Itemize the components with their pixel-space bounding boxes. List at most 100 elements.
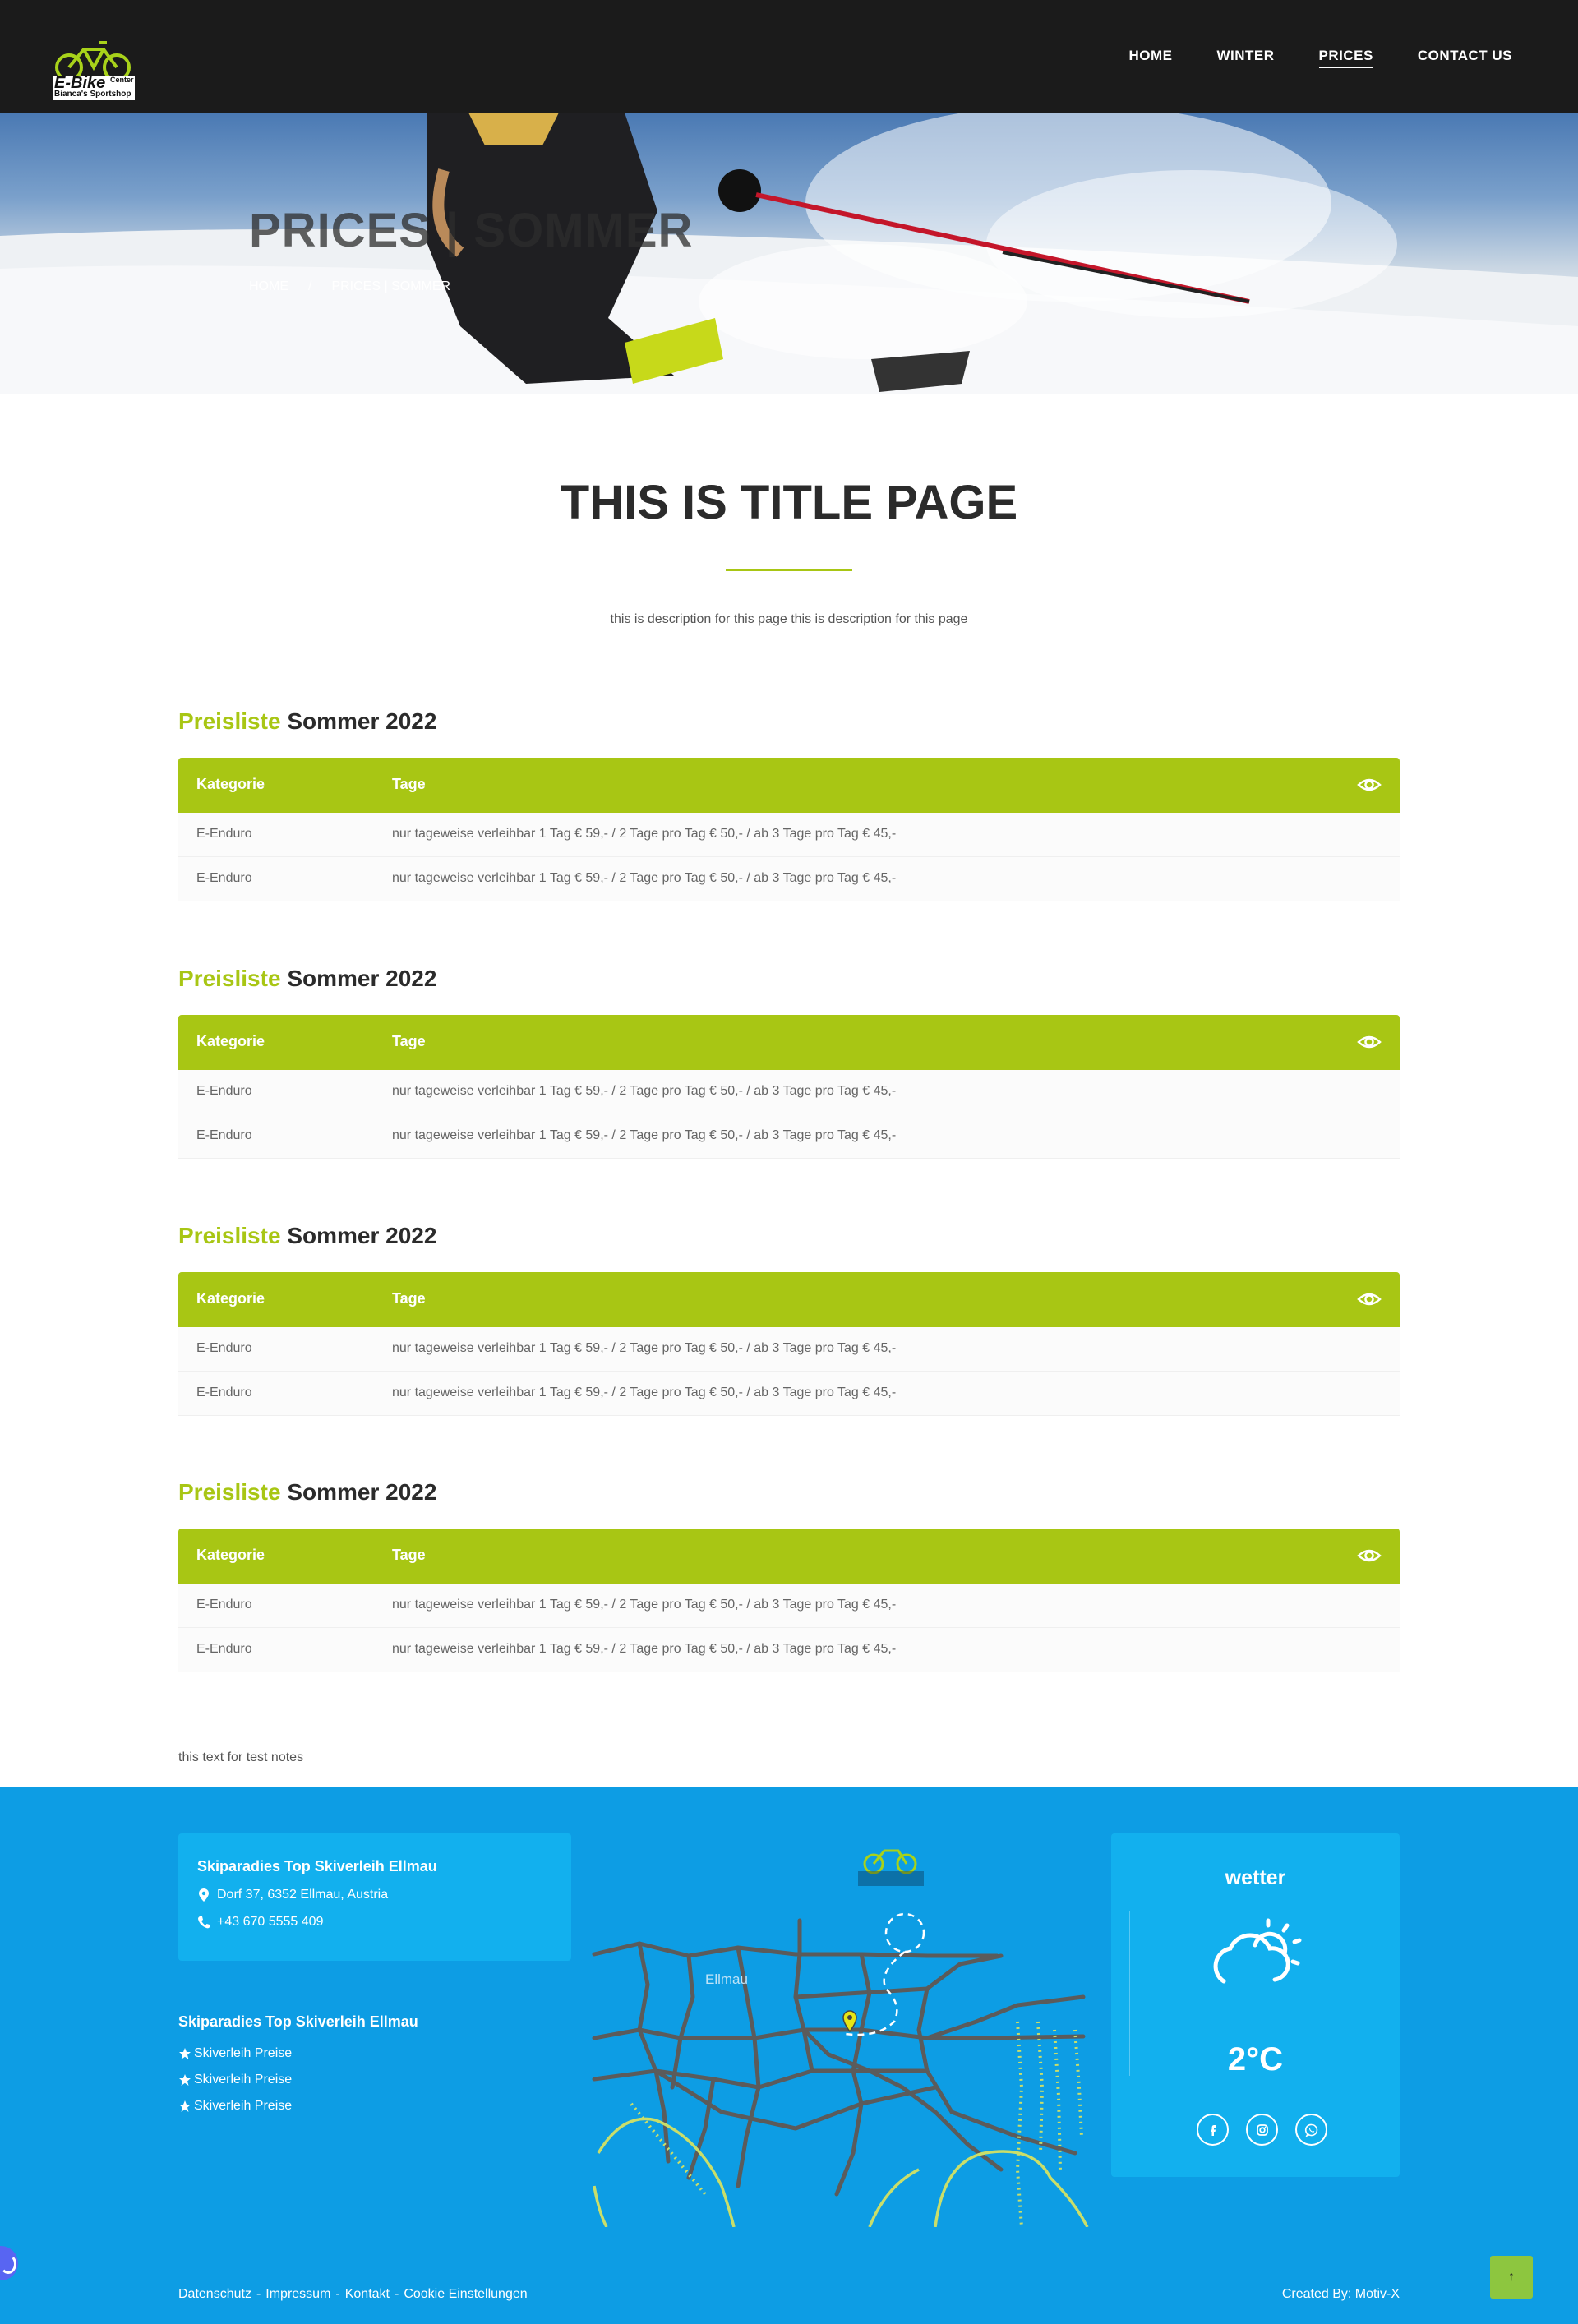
price-heading-accent: Preisliste xyxy=(178,966,281,991)
logo-text-shop: Bianca's Sportshop xyxy=(54,90,132,99)
phone-line[interactable]: +43 670 5555 409 xyxy=(197,1915,323,1930)
nav-prices[interactable]: PRICES xyxy=(1318,48,1373,68)
price-heading: Preisliste Sommer 2022 xyxy=(178,708,1400,748)
column-header-kategorie: Kategorie xyxy=(196,1033,265,1049)
table-row: E-Enduro nur tageweise verleihbar 1 Tag … xyxy=(178,813,1400,857)
price-section: Preisliste Sommer 2022 Kategorie Tage E-… xyxy=(178,1223,1400,1416)
table-row: E-Enduro nur tageweise verleihbar 1 Tag … xyxy=(178,1584,1400,1628)
chat-widget-icon[interactable] xyxy=(0,2246,18,2280)
cell-tage: nur tageweise verleihbar 1 Tag € 59,- / … xyxy=(392,1386,897,1399)
footer-bottom-links: Datenschutz - Impressum - Kontakt - Cook… xyxy=(178,2287,528,2302)
price-heading-accent: Preisliste xyxy=(178,1223,281,1248)
footer-links-title: Skiparadies Top Skiverleih Ellmau xyxy=(178,2013,418,2030)
nav-home[interactable]: HOME xyxy=(1128,48,1172,68)
partly-cloudy-icon xyxy=(1213,1918,1302,1984)
table-header: Kategorie Tage xyxy=(178,1272,1400,1327)
page-description: this is description for this page this i… xyxy=(610,612,968,626)
main-menu: HOME WINTER PRICES CONTACT US xyxy=(1128,48,1512,68)
price-heading-rest: Sommer 2022 xyxy=(287,1223,437,1248)
eye-icon[interactable] xyxy=(1357,773,1382,796)
phone-text: +43 670 5555 409 xyxy=(217,1915,324,1929)
footer-link-label: Skiverleih Preise xyxy=(194,2099,293,2113)
price-heading-accent: Preisliste xyxy=(178,708,281,734)
star-icon xyxy=(179,2074,191,2086)
price-table: Kategorie Tage E-Enduro nur tageweise ve… xyxy=(178,1015,1400,1159)
link-impressum[interactable]: Impressum xyxy=(265,2287,330,2302)
top-navbar: E-Bike Center Bianca's Sportshop HOME WI… xyxy=(0,0,1578,113)
scroll-to-top-button[interactable]: ↑ xyxy=(1490,2256,1533,2299)
weather-title: wetter xyxy=(1225,1866,1286,1889)
table-row: E-Enduro nur tageweise verleihbar 1 Tag … xyxy=(178,857,1400,901)
title-divider xyxy=(726,569,852,571)
price-heading-rest: Sommer 2022 xyxy=(287,708,437,734)
cell-tage: nur tageweise verleihbar 1 Tag € 59,- / … xyxy=(392,871,897,885)
nav-contact-us[interactable]: CONTACT US xyxy=(1418,48,1512,68)
nav-winter[interactable]: WINTER xyxy=(1216,48,1274,68)
hero-banner: PRICES | SOMMER HOME / PRICES | SOMMER xyxy=(0,113,1578,394)
breadcrumb: HOME / PRICES | SOMMER xyxy=(249,279,450,294)
table-row: E-Enduro nur tageweise verleihbar 1 Tag … xyxy=(178,1327,1400,1372)
eye-icon[interactable] xyxy=(1357,1288,1382,1311)
social-links xyxy=(1197,2114,1327,2146)
cell-tage: nur tageweise verleihbar 1 Tag € 59,- / … xyxy=(392,827,897,841)
address-card: Skiparadies Top Skiverleih Ellmau Dorf 3… xyxy=(178,1833,571,1961)
footer-link[interactable]: Skiverleih Preise xyxy=(178,2073,292,2087)
footer-map-logo xyxy=(858,1849,924,1886)
address-line: Dorf 37, 6352 Ellmau, Austria xyxy=(197,1888,388,1902)
footer-link-separator: - xyxy=(394,2287,399,2301)
breadcrumb-current: PRICES | SOMMER xyxy=(331,279,451,293)
footer-link[interactable]: Skiverleih Preise xyxy=(178,2099,292,2114)
price-heading: Preisliste Sommer 2022 xyxy=(178,1223,1400,1262)
weather-temperature: 2°C xyxy=(1227,2041,1284,2077)
price-heading-accent: Preisliste xyxy=(178,1479,281,1505)
price-section: Preisliste Sommer 2022 Kategorie Tage E-… xyxy=(178,966,1400,1159)
star-icon xyxy=(179,2100,191,2112)
map-marker-icon xyxy=(199,1888,209,1902)
column-header-tage: Tage xyxy=(392,1033,426,1049)
footer-credit: Created By: Motiv-X xyxy=(1281,2287,1400,2301)
map-place-label: Ellmau xyxy=(705,1971,748,1987)
link-kontakt[interactable]: Kontakt xyxy=(345,2287,390,2302)
breadcrumb-separator: / xyxy=(308,279,312,293)
cell-kategorie: E-Enduro xyxy=(196,1598,252,1612)
map-illustration: Ellmau xyxy=(592,1849,1089,2228)
column-header-kategorie: Kategorie xyxy=(196,776,265,792)
price-heading-rest: Sommer 2022 xyxy=(287,966,437,991)
phone-icon xyxy=(198,1916,210,1929)
price-heading-rest: Sommer 2022 xyxy=(287,1479,437,1505)
price-table: Kategorie Tage E-Enduro nur tageweise ve… xyxy=(178,1529,1400,1672)
footer-link-separator: - xyxy=(256,2287,261,2301)
cell-kategorie: E-Enduro xyxy=(196,1642,252,1656)
facebook-icon[interactable] xyxy=(1197,2114,1229,2146)
price-heading: Preisliste Sommer 2022 xyxy=(178,1479,1400,1519)
price-table: Kategorie Tage E-Enduro nur tageweise ve… xyxy=(178,758,1400,901)
cell-tage: nur tageweise verleihbar 1 Tag € 59,- / … xyxy=(392,1341,897,1355)
column-header-tage: Tage xyxy=(392,1290,426,1307)
skier-hero-image xyxy=(0,113,1578,394)
logo-text-center: Center xyxy=(110,76,134,84)
instagram-icon[interactable] xyxy=(1246,2114,1278,2146)
table-row: E-Enduro nur tageweise verleihbar 1 Tag … xyxy=(178,1628,1400,1672)
whatsapp-icon[interactable] xyxy=(1295,2114,1327,2146)
eye-icon[interactable] xyxy=(1357,1544,1382,1567)
cell-tage: nur tageweise verleihbar 1 Tag € 59,- / … xyxy=(392,1128,897,1142)
eye-icon[interactable] xyxy=(1357,1031,1382,1054)
link-datenschutz[interactable]: Datenschutz xyxy=(178,2287,251,2302)
footer-link[interactable]: Skiverleih Preise xyxy=(178,2046,292,2061)
page-title: THIS IS TITLE PAGE xyxy=(560,476,1018,529)
cell-kategorie: E-Enduro xyxy=(196,827,252,841)
price-section: Preisliste Sommer 2022 Kategorie Tage E-… xyxy=(178,1479,1400,1672)
site-logo[interactable]: E-Bike Center Bianca's Sportshop xyxy=(51,35,140,102)
cell-kategorie: E-Enduro xyxy=(196,871,252,885)
table-header: Kategorie Tage xyxy=(178,1529,1400,1584)
link-cookie-einstellungen[interactable]: Cookie Einstellungen xyxy=(404,2287,527,2302)
test-notes: this text for test notes xyxy=(178,1750,304,1764)
star-icon xyxy=(179,2048,191,2059)
cell-kategorie: E-Enduro xyxy=(196,1084,252,1098)
column-header-tage: Tage xyxy=(392,1547,426,1563)
cell-kategorie: E-Enduro xyxy=(196,1128,252,1142)
location-map[interactable]: Ellmau xyxy=(590,1841,1091,2228)
table-header: Kategorie Tage xyxy=(178,758,1400,813)
breadcrumb-home[interactable]: HOME xyxy=(249,279,288,294)
cell-tage: nur tageweise verleihbar 1 Tag € 59,- / … xyxy=(392,1084,897,1098)
